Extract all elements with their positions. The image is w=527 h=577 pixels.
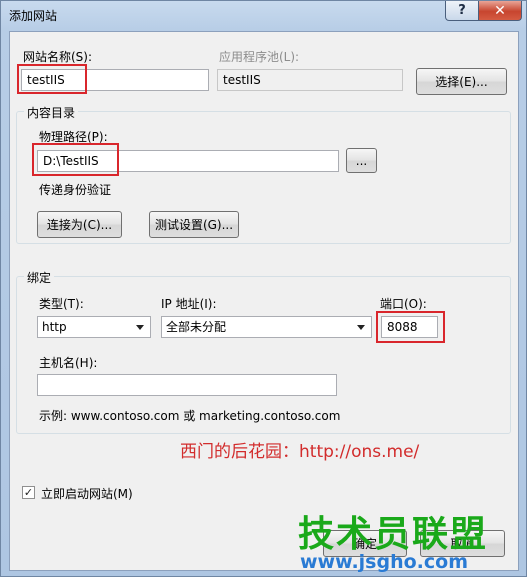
ip-address-select[interactable]: 全部未分配 (161, 316, 372, 338)
passthrough-auth-label: 传递身份验证 (39, 183, 112, 197)
browse-path-button[interactable]: ... (346, 148, 377, 173)
port-highlight (376, 311, 445, 343)
dialog-body: 网站名称(S): testIIS 应用程序池(L): testIIS 选择(E)… (9, 31, 519, 571)
ip-address-label: IP 地址(I): (161, 297, 217, 311)
site-name-label: 网站名称(S): (23, 50, 93, 64)
logo-watermark-url: www.jsgho.com (300, 551, 468, 573)
app-pool-field: testIIS (217, 69, 403, 91)
content-directory-title: 内容目录 (24, 104, 79, 121)
binding-type-label: 类型(T): (39, 297, 84, 311)
add-website-dialog: 添加网站 ? ✕ 网站名称(S): testIIS 应用程序池(L): test… (0, 0, 527, 577)
site-name-highlight (17, 64, 87, 94)
select-app-pool-button[interactable]: 选择(E)... (416, 68, 507, 95)
ip-address-value: 全部未分配 (166, 320, 227, 334)
port-label: 端口(O): (380, 297, 427, 311)
example-text: 示例: www.contoso.com 或 marketing.contoso.… (39, 409, 341, 423)
binding-title: 绑定 (24, 269, 55, 286)
test-settings-button[interactable]: 测试设置(G)... (149, 211, 239, 238)
physical-path-highlight (32, 143, 119, 176)
host-name-label: 主机名(H): (39, 356, 98, 370)
binding-type-select[interactable]: http (37, 316, 151, 338)
close-icon: ✕ (494, 2, 506, 19)
start-immediately-checkbox[interactable]: ✓ (22, 486, 35, 499)
checkmark-icon: ✓ (23, 486, 34, 499)
app-pool-label: 应用程序池(L): (219, 50, 300, 64)
help-button[interactable]: ? (445, 1, 479, 21)
connect-as-button[interactable]: 连接为(C)... (37, 211, 122, 238)
title-bar[interactable]: 添加网站 ? ✕ (1, 1, 526, 29)
chevron-down-icon (357, 325, 365, 330)
start-immediately-label: 立即启动网站(M) (41, 487, 133, 501)
host-name-input[interactable] (37, 374, 337, 396)
logo-watermark-text: 技术员联盟 (298, 514, 489, 555)
blog-watermark: 西门的后花园：http://ons.me/ (180, 442, 420, 462)
window-title: 添加网站 (9, 9, 58, 23)
help-icon: ? (458, 3, 466, 18)
chevron-down-icon (136, 325, 144, 330)
binding-type-value: http (42, 320, 67, 334)
close-button[interactable]: ✕ (478, 1, 522, 21)
